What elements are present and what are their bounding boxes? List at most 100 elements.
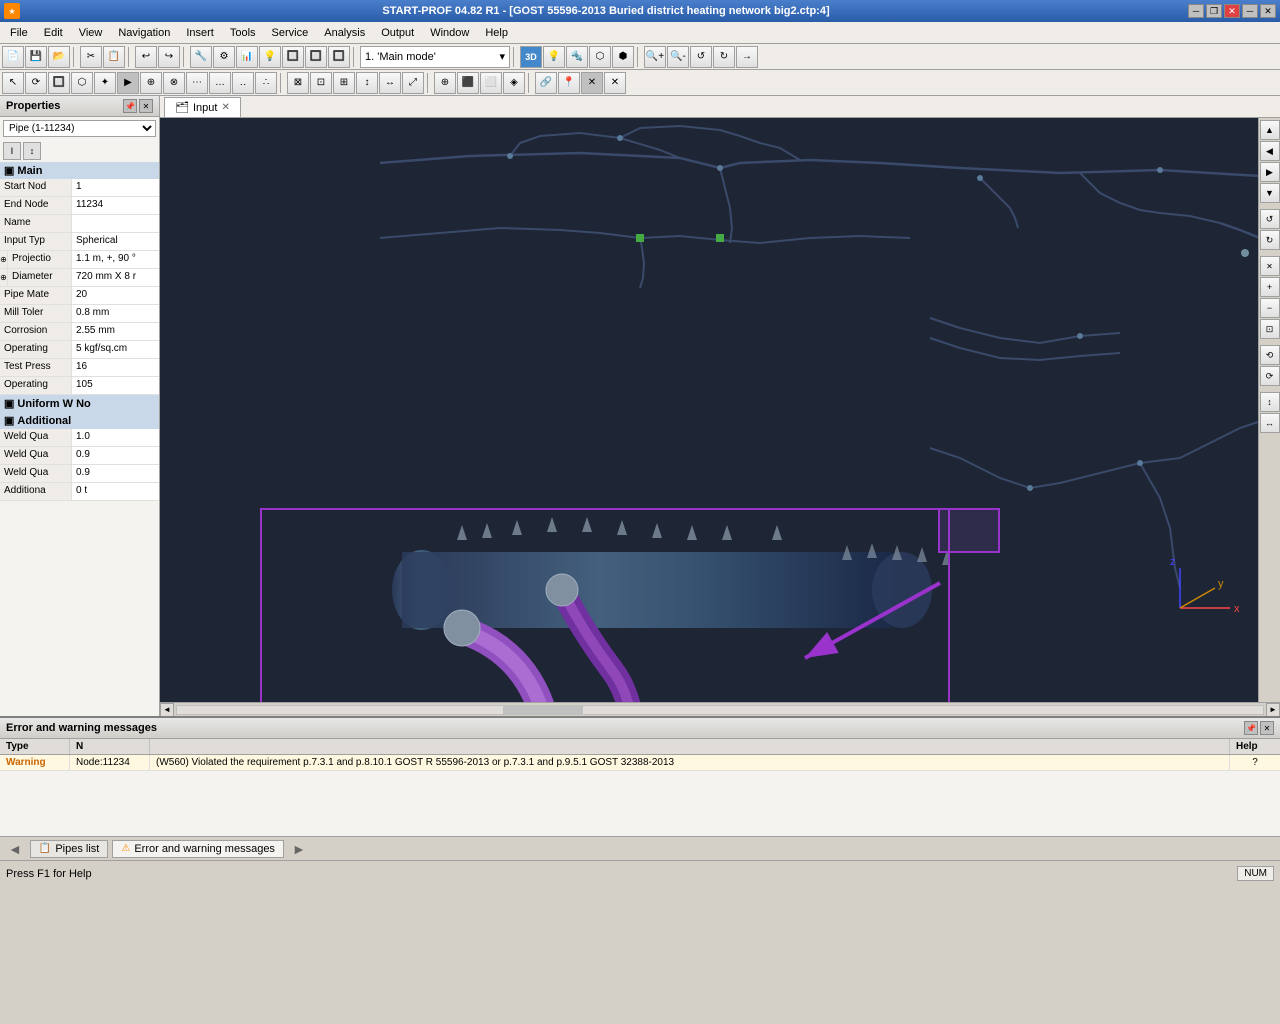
close-button[interactable]: ✕ — [1224, 4, 1240, 18]
prop-icon-1[interactable]: Ⅰ — [3, 142, 21, 160]
tb2-btn-17[interactable]: ↔ — [379, 72, 401, 94]
tb-btn-8[interactable]: 💡 — [543, 46, 565, 68]
rt-btn-5[interactable]: ✕ — [1260, 256, 1280, 276]
tb-btn-3[interactable]: 📊 — [236, 46, 258, 68]
menu-output[interactable]: Output — [373, 25, 422, 41]
scroll-left-button[interactable]: ◄ — [160, 703, 174, 717]
tb2-btn-6[interactable]: ▶ — [117, 72, 139, 94]
menu-navigation[interactable]: Navigation — [110, 25, 178, 41]
section-main[interactable]: ▣Main — [0, 162, 159, 179]
tb2-btn-26[interactable]: ✕ — [604, 72, 626, 94]
menu-service[interactable]: Service — [264, 25, 317, 41]
tb2-btn-12[interactable]: ∴ — [255, 72, 277, 94]
copy-button[interactable]: 📋 — [103, 46, 125, 68]
menu-file[interactable]: File — [2, 25, 36, 41]
rt-btn-3[interactable]: ▶ — [1260, 162, 1280, 182]
tb2-btn-7[interactable]: ⊕ — [140, 72, 162, 94]
error-help-1[interactable]: ? — [1230, 755, 1280, 770]
tb-btn-4[interactable]: 💡 — [259, 46, 281, 68]
tb-btn-11[interactable]: ⬢ — [612, 46, 634, 68]
menu-insert[interactable]: Insert — [178, 25, 222, 41]
rt-btn-8[interactable]: ⊡ — [1260, 319, 1280, 339]
menu-window[interactable]: Window — [422, 25, 477, 41]
rt-btn-rotate-1[interactable]: ↺ — [1260, 209, 1280, 229]
element-selector[interactable]: Pipe (1-11234) — [3, 120, 156, 137]
rt-btn-4[interactable]: ▼ — [1260, 183, 1280, 203]
rt-btn-2[interactable]: ◀ — [1260, 141, 1280, 161]
redo-button[interactable]: ↪ — [158, 46, 180, 68]
tb2-btn-25[interactable]: ✕ — [581, 72, 603, 94]
rt-btn-11[interactable]: ↕ — [1260, 392, 1280, 412]
rt-btn-1[interactable]: ▲ — [1260, 120, 1280, 140]
tb2-btn-11[interactable]: ‥ — [232, 72, 254, 94]
tb2-btn-18[interactable]: ⤢ — [402, 72, 424, 94]
rt-btn-10[interactable]: ⟳ — [1260, 366, 1280, 386]
tab-nav-prev[interactable]: ◄ — [4, 841, 26, 857]
new-button[interactable]: 📄 — [2, 46, 24, 68]
minimize-button[interactable]: ─ — [1188, 4, 1204, 18]
tb-btn-13[interactable]: → — [736, 46, 758, 68]
tb-btn-5[interactable]: 🔲 — [282, 46, 304, 68]
tb2-btn-10[interactable]: … — [209, 72, 231, 94]
properties-pin-button[interactable]: 📌 — [123, 99, 137, 113]
tb2-btn-19[interactable]: ⊕ — [434, 72, 456, 94]
rt-btn-12[interactable]: ↔ — [1260, 413, 1280, 433]
tb2-btn-15[interactable]: ⊞ — [333, 72, 355, 94]
error-panel-pin[interactable]: 📌 — [1244, 721, 1258, 735]
tb2-btn-4[interactable]: ⬡ — [71, 72, 93, 94]
rt-btn-7[interactable]: − — [1260, 298, 1280, 318]
input-tab-close[interactable]: ✕ — [221, 102, 229, 113]
undo-button[interactable]: ↩ — [135, 46, 157, 68]
tb2-btn-22[interactable]: ◈ — [503, 72, 525, 94]
cut-button[interactable]: ✂ — [80, 46, 102, 68]
input-tab[interactable]: 🗂 Input ✕ — [164, 97, 241, 117]
section-additional[interactable]: ▣Additional — [0, 412, 159, 429]
tb2-btn-24[interactable]: 📍 — [558, 72, 580, 94]
viewport-canvas[interactable]: x z y — [160, 118, 1280, 702]
tb-btn-10[interactable]: ⬡ — [589, 46, 611, 68]
inner-close-button[interactable]: ✕ — [1260, 4, 1276, 18]
tb-btn-9[interactable]: 🔩 — [566, 46, 588, 68]
open-button[interactable]: 📂 — [48, 46, 70, 68]
tb2-btn-1[interactable]: ↖ — [2, 72, 24, 94]
rt-btn-6[interactable]: + — [1260, 277, 1280, 297]
mode-dropdown[interactable]: 1. 'Main mode' ▾ — [360, 46, 510, 68]
tb-btn-12[interactable]: ↻ — [713, 46, 735, 68]
zoom-in-button[interactable]: 🔍+ — [644, 46, 666, 68]
tb2-btn-21[interactable]: ⬜ — [480, 72, 502, 94]
horizontal-scrollbar[interactable]: ◄ ► — [160, 702, 1280, 716]
section-uniform[interactable]: ▣Uniform W No — [0, 395, 159, 412]
tb2-btn-5[interactable]: ✦ — [94, 72, 116, 94]
menu-help[interactable]: Help — [477, 25, 516, 41]
tab-nav-next[interactable]: ► — [288, 841, 310, 857]
save-button[interactable]: 💾 — [25, 46, 47, 68]
tab-pipes-list[interactable]: 📋 Pipes list — [30, 840, 108, 858]
error-panel-close[interactable]: ✕ — [1260, 721, 1274, 735]
tb2-btn-9[interactable]: ⋯ — [186, 72, 208, 94]
menu-edit[interactable]: Edit — [36, 25, 71, 41]
tb2-btn-2[interactable]: ⟳ — [25, 72, 47, 94]
menu-analysis[interactable]: Analysis — [316, 25, 373, 41]
menu-view[interactable]: View — [71, 25, 111, 41]
tb-btn-7[interactable]: 🔲 — [328, 46, 350, 68]
tb2-btn-16[interactable]: ↕ — [356, 72, 378, 94]
properties-close-button[interactable]: ✕ — [139, 99, 153, 113]
refresh-button[interactable]: ↺ — [690, 46, 712, 68]
tb2-btn-3[interactable]: 🔲 — [48, 72, 70, 94]
tb-btn-2[interactable]: ⚙ — [213, 46, 235, 68]
tb-btn-6[interactable]: 🔲 — [305, 46, 327, 68]
inner-restore-button[interactable]: ─ — [1242, 4, 1258, 18]
tb2-btn-13[interactable]: ⊠ — [287, 72, 309, 94]
tb-3d-button[interactable]: 3D — [520, 46, 542, 68]
tb2-btn-20[interactable]: ⬛ — [457, 72, 479, 94]
tb2-btn-23[interactable]: 🔗 — [535, 72, 557, 94]
tab-error-messages[interactable]: ⚠ Error and warning messages — [112, 840, 284, 858]
prop-icon-2[interactable]: ↕ — [23, 142, 41, 160]
scroll-right-button[interactable]: ► — [1266, 703, 1280, 717]
tb-btn-1[interactable]: 🔧 — [190, 46, 212, 68]
restore-button[interactable]: ❐ — [1206, 4, 1222, 18]
tb2-btn-14[interactable]: ⊡ — [310, 72, 332, 94]
error-row-1[interactable]: Warning Node:11234 (W560) Violated the r… — [0, 755, 1280, 771]
rt-btn-9[interactable]: ⟲ — [1260, 345, 1280, 365]
menu-tools[interactable]: Tools — [222, 25, 264, 41]
